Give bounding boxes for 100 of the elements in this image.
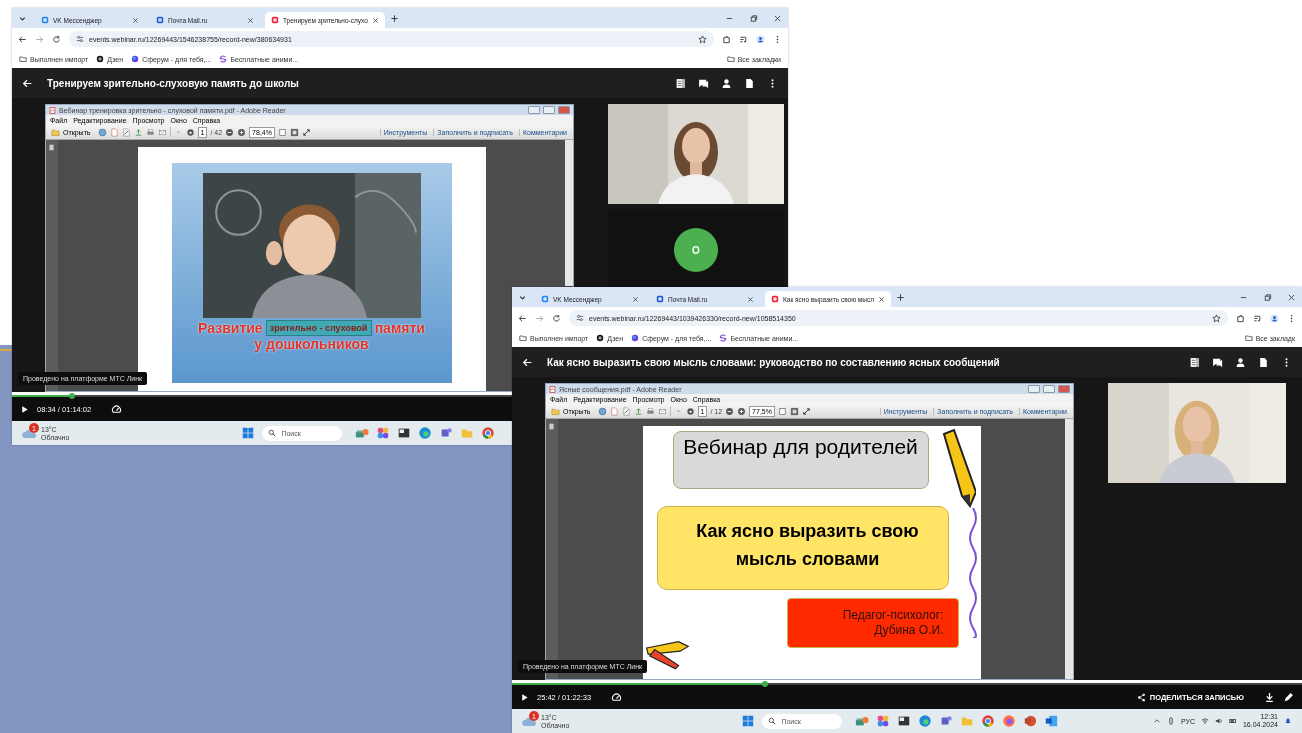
presentation-app-icon[interactable]: [1023, 714, 1038, 728]
close-icon[interactable]: [132, 16, 139, 24]
reload-icon[interactable]: [52, 34, 61, 44]
folder-icon: [1244, 334, 1253, 342]
restore-icon[interactable]: [1263, 292, 1272, 302]
terminal-icon[interactable]: [897, 714, 912, 728]
speedometer-icon[interactable]: [611, 691, 623, 703]
bell-icon[interactable]: [1284, 717, 1292, 725]
globe-icon[interactable]: [97, 127, 107, 137]
edit-icon[interactable]: [621, 406, 631, 416]
chevron-up-icon[interactable]: [1152, 717, 1161, 725]
media-icon[interactable]: [739, 34, 748, 44]
pages-icon[interactable]: [48, 144, 55, 151]
arrow-down-icon[interactable]: [185, 127, 195, 137]
document-app-icon[interactable]: [1044, 714, 1059, 728]
zoom-in-icon[interactable]: [737, 406, 747, 416]
person-icon[interactable]: [721, 77, 732, 89]
chat-app-icon[interactable]: [939, 714, 954, 728]
envelope-icon[interactable]: [657, 406, 667, 416]
fit-width-icon[interactable]: [277, 127, 287, 137]
fit-width-icon[interactable]: [777, 406, 787, 416]
expand-icon[interactable]: [301, 127, 311, 137]
progress-thumb[interactable]: [69, 393, 75, 399]
close-icon[interactable]: [747, 295, 754, 303]
expand-icon[interactable]: [801, 406, 811, 416]
back-icon[interactable]: [18, 34, 27, 44]
notes-icon[interactable]: [1189, 356, 1200, 368]
play-icon[interactable]: [20, 404, 29, 414]
reload-icon[interactable]: [552, 313, 561, 323]
zoom-out-icon[interactable]: [725, 406, 735, 416]
fit-page-icon[interactable]: [289, 127, 299, 137]
close-icon[interactable]: [773, 13, 782, 23]
terminal-icon[interactable]: [397, 426, 412, 440]
colorful-app-icon[interactable]: [376, 426, 391, 440]
share-icon: [1136, 692, 1146, 702]
usb-icon[interactable]: [1166, 717, 1175, 725]
document-icon[interactable]: [1258, 356, 1269, 368]
scrollbar[interactable]: [1065, 419, 1073, 679]
globe-icon[interactable]: [597, 406, 607, 416]
sphere-logo-icon: [631, 334, 640, 342]
widgets-icon[interactable]: [355, 426, 370, 440]
close-icon[interactable]: [247, 16, 254, 24]
widgets-icon[interactable]: [855, 714, 870, 728]
new-tab-icon[interactable]: [896, 292, 905, 302]
close-icon[interactable]: [371, 16, 379, 24]
zoom-in-icon[interactable]: [237, 127, 247, 137]
star-icon[interactable]: [698, 34, 707, 44]
close-icon[interactable]: [632, 295, 639, 303]
extensions-icon[interactable]: [1236, 313, 1245, 323]
profile-icon[interactable]: [1270, 313, 1279, 323]
browser-icon[interactable]: [981, 714, 996, 728]
windows-logo-icon[interactable]: [241, 426, 256, 440]
pages-icon[interactable]: [548, 423, 555, 430]
wifi-icon[interactable]: [1200, 717, 1209, 725]
chat-icon[interactable]: [698, 77, 709, 89]
windows-logo-icon[interactable]: [741, 714, 756, 728]
back-icon[interactable]: [22, 77, 33, 89]
notes-icon[interactable]: [675, 77, 686, 89]
battery-icon[interactable]: [1228, 717, 1237, 725]
envelope-icon[interactable]: [157, 127, 167, 137]
media-icon[interactable]: [1253, 313, 1262, 323]
person-icon[interactable]: [1235, 356, 1246, 368]
printer-icon[interactable]: [645, 406, 655, 416]
browser-icon[interactable]: [918, 714, 933, 728]
upload-icon[interactable]: [133, 127, 143, 137]
star-icon[interactable]: [1212, 313, 1221, 323]
back-icon[interactable]: [522, 356, 533, 368]
new-tab-icon[interactable]: [389, 13, 399, 23]
speedometer-icon[interactable]: [111, 403, 123, 415]
chat-icon[interactable]: [1212, 356, 1223, 368]
pencil-icon[interactable]: [1283, 691, 1294, 703]
circle-logo-icon: [596, 334, 605, 342]
download-icon[interactable]: [1264, 691, 1275, 703]
browser-icon[interactable]: [481, 426, 496, 440]
site-settings-icon[interactable]: [76, 35, 84, 43]
browser-icon[interactable]: [418, 426, 433, 440]
scrollbar[interactable]: [565, 140, 573, 286]
edit-icon[interactable]: [121, 127, 131, 137]
upload-icon[interactable]: [633, 406, 643, 416]
fit-page-icon[interactable]: [789, 406, 799, 416]
document-icon[interactable]: [744, 77, 755, 89]
profile-icon[interactable]: [756, 34, 765, 44]
printer-icon[interactable]: [145, 127, 155, 137]
back-icon[interactable]: [518, 313, 527, 323]
volume-icon[interactable]: [1214, 717, 1223, 725]
site-icon: [771, 295, 779, 303]
close-icon[interactable]: [878, 295, 885, 303]
chat-app-icon[interactable]: [439, 426, 454, 440]
site-settings-icon[interactable]: [576, 314, 584, 322]
close-icon[interactable]: [1287, 292, 1296, 302]
browser-icon[interactable]: [1002, 714, 1017, 728]
extensions-icon[interactable]: [722, 34, 731, 44]
zoom-out-icon[interactable]: [225, 127, 235, 137]
slide-title: Как ясно выразить свою мысль словами: [656, 506, 949, 590]
presenter-label: Педагог-психолог: Дубина О.И.: [786, 598, 959, 648]
webinar-title: Тренируем зрительно-слуховую память до школы: [47, 77, 299, 89]
folder-icon: [726, 55, 735, 63]
colorful-app-icon[interactable]: [876, 714, 891, 728]
arrow-down-icon[interactable]: [685, 406, 695, 416]
restore-icon[interactable]: [749, 13, 758, 23]
